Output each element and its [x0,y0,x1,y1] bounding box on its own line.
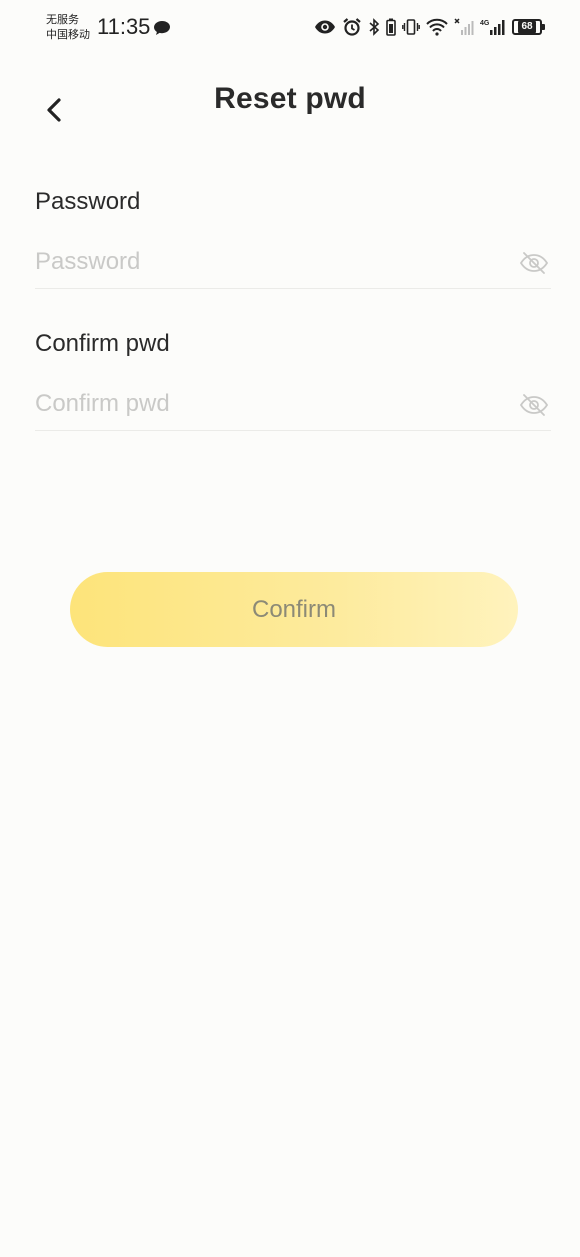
password-input[interactable] [35,246,474,278]
nav-bar: Reset pwd [0,70,580,134]
confirm-password-field-row [35,388,551,431]
svg-text:4G: 4G [480,20,490,27]
confirm-password-input[interactable] [35,388,474,420]
password-field-row [35,246,551,289]
carrier-status: 无服务 [46,14,79,26]
signal-4g-icon: 4G [480,20,505,35]
battery-saver-icon [386,18,396,36]
password-section: Password [35,188,551,289]
battery-icon: 68 [512,19,545,35]
status-time: 11:35 [97,14,151,39]
no-signal-icon [454,18,474,35]
carrier-name: 中国移动 [46,29,90,41]
status-bar: 无服务 中国移动 11:35 4G 68 [0,0,580,56]
eye-icon [315,20,335,34]
eye-off-icon [519,394,549,416]
vibrate-icon [402,19,420,35]
password-label: Password [35,188,141,215]
eye-off-icon [519,252,549,274]
carrier-info: 无服务 中国移动 [46,13,90,43]
battery-level: 68 [518,21,536,33]
confirm-password-label: Confirm pwd [35,330,170,357]
page-title: Reset pwd [214,82,366,115]
password-visibility-toggle[interactable] [517,248,551,278]
message-icon [154,21,170,35]
alarm-icon [343,18,361,36]
bluetooth-icon [369,18,380,36]
confirm-button[interactable]: Confirm [70,572,518,647]
status-icons: 4G 68 [314,16,545,38]
confirm-password-section: Confirm pwd [35,330,551,431]
confirm-password-visibility-toggle[interactable] [517,390,551,420]
wifi-icon [426,18,448,36]
